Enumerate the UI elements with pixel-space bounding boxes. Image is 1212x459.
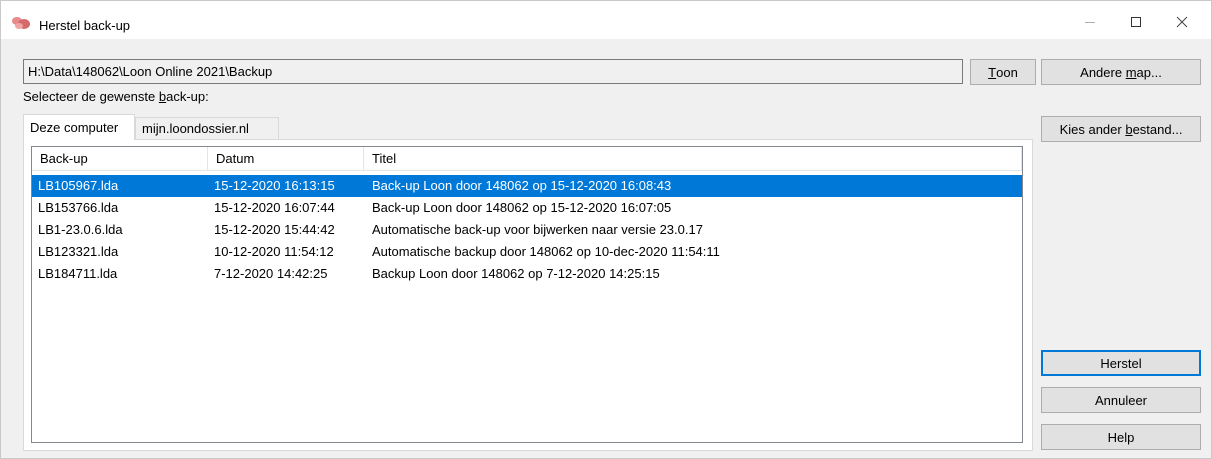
dialog-window: Herstel back-up H:\Data\148062\Loon Onli… [0, 0, 1212, 459]
select-backup-label: Selecteer de gewenste back-up: [23, 89, 209, 104]
select-label-suffix: ack-up: [166, 89, 209, 104]
cell-datum: 15-12-2020 16:13:15 [214, 178, 335, 193]
cell-titel: Automatische backup door 148062 op 10-de… [372, 244, 720, 259]
toon-label-accesskey: T [988, 64, 997, 80]
cell-datum: 15-12-2020 16:07:44 [214, 200, 335, 215]
window-title: Herstel back-up [39, 18, 131, 33]
title-bar[interactable]: Herstel back-up [1, 1, 1211, 39]
list-row[interactable]: LB184711.lda 7-12-2020 14:42:25 Backup L… [32, 263, 1022, 285]
andere-label-accesskey: m [1125, 64, 1137, 80]
maximize-button[interactable] [1113, 7, 1159, 37]
kies-label-accesskey: b [1125, 121, 1133, 137]
cell-titel: Automatische back-up voor bijwerken naar… [372, 222, 703, 237]
column-header-titel[interactable]: Titel [364, 147, 1022, 171]
list-row[interactable]: LB105967.lda 15-12-2020 16:13:15 Back-up… [32, 175, 1022, 197]
help-button[interactable]: Help [1041, 424, 1201, 450]
annuleer-button[interactable]: Annuleer [1041, 387, 1201, 413]
andere-label-suffix: ap... [1136, 64, 1162, 80]
tab-mijn-loondossier[interactable]: mijn.loondossier.nl [135, 117, 279, 140]
column-header-backup[interactable]: Back-up [32, 147, 208, 171]
minimize-button[interactable] [1067, 7, 1113, 37]
herstel-button[interactable]: Herstel [1041, 350, 1201, 376]
cell-backup: LB105967.lda [38, 178, 119, 193]
cell-backup: LB184711.lda [38, 266, 118, 281]
cell-backup: LB1-23.0.6.lda [38, 222, 123, 237]
kies-label-prefix: Kies ander [1059, 121, 1126, 137]
andere-label-prefix: Andere [1080, 64, 1126, 80]
cell-titel: Back-up Loon door 148062 op 15-12-2020 1… [372, 200, 672, 215]
cell-backup: LB153766.lda [38, 200, 119, 215]
close-button[interactable] [1159, 7, 1205, 37]
select-label-prefix: Selecteer de gewenste [23, 89, 159, 104]
toon-label-suffix: oon [996, 64, 1018, 80]
cell-datum: 7-12-2020 14:42:25 [214, 266, 328, 281]
backup-list[interactable]: Back-up Datum Titel LB105967.lda 15-12-2… [31, 146, 1023, 443]
cell-titel: Backup Loon door 148062 op 7-12-2020 14:… [372, 266, 660, 281]
column-header-datum[interactable]: Datum [208, 147, 364, 171]
close-icon [1176, 16, 1188, 28]
app-icon [12, 17, 30, 29]
kies-label-suffix: estand... [1132, 121, 1183, 137]
list-row[interactable]: LB1-23.0.6.lda 15-12-2020 15:44:42 Autom… [32, 219, 1022, 241]
minimize-icon [1085, 21, 1095, 23]
tab-deze-computer[interactable]: Deze computer [23, 114, 135, 140]
cell-titel: Back-up Loon door 148062 op 15-12-2020 1… [372, 178, 672, 193]
list-row[interactable]: LB153766.lda 15-12-2020 16:07:44 Back-up… [32, 197, 1022, 219]
toon-button[interactable]: Toon [970, 59, 1036, 85]
cell-datum: 15-12-2020 15:44:42 [214, 222, 335, 237]
andere-map-button[interactable]: Andere m ap... [1041, 59, 1201, 85]
maximize-icon [1131, 17, 1141, 27]
list-row[interactable]: LB123321.lda 10-12-2020 11:54:12 Automat… [32, 241, 1022, 263]
cell-datum: 10-12-2020 11:54:12 [214, 244, 334, 259]
list-header: Back-up Datum Titel [32, 147, 1022, 171]
kies-ander-bestand-button[interactable]: Kies ander b estand... [1041, 116, 1201, 142]
cell-backup: LB123321.lda [38, 244, 119, 259]
backup-path-field[interactable]: H:\Data\148062\Loon Online 2021\Backup [23, 59, 963, 84]
